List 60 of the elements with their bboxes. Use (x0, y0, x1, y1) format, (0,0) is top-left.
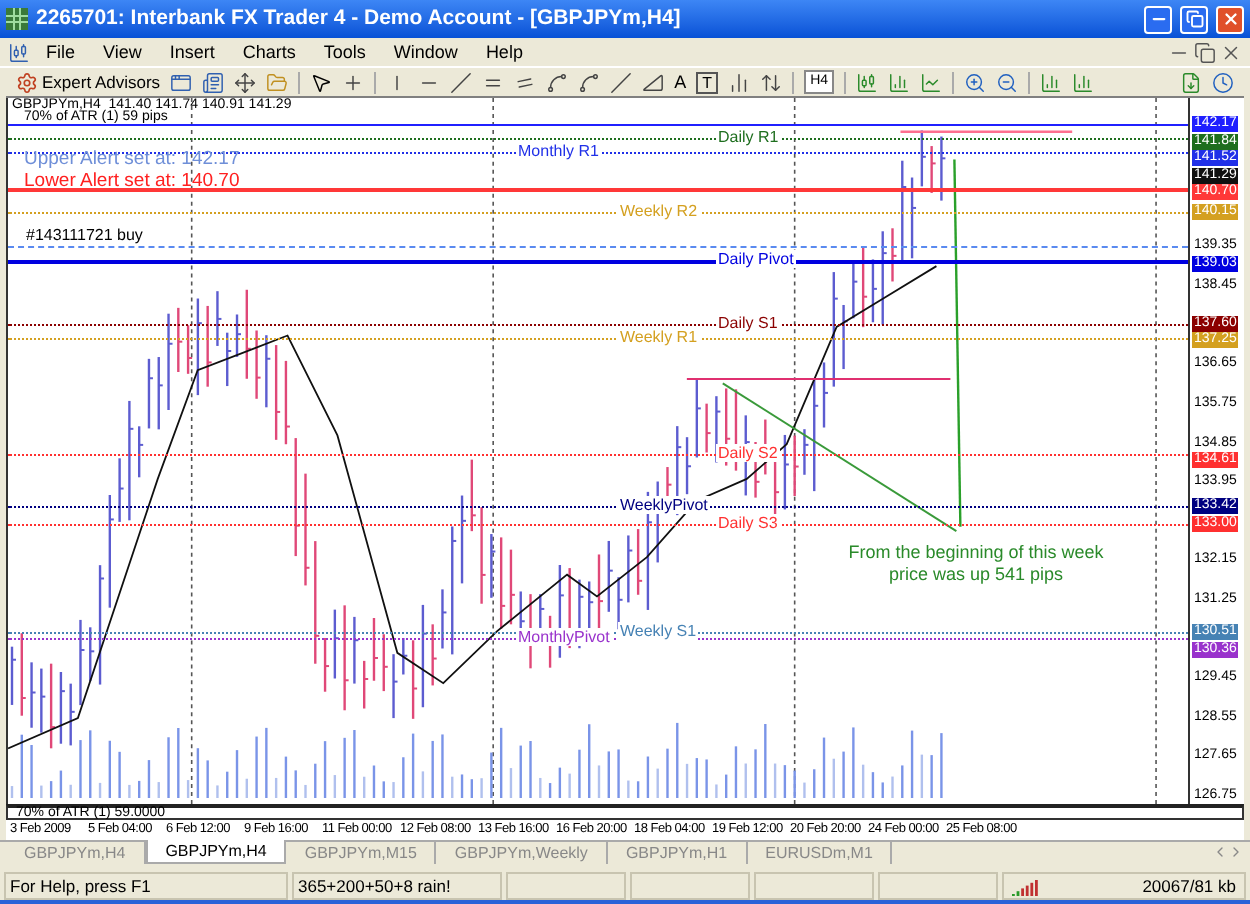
scroll-right-icon[interactable] (1228, 844, 1244, 860)
close-button[interactable] (1216, 5, 1244, 33)
window-title: 2265701: Interbank FX Trader 4 - Demo Account - [GBPJPYm,H4] (36, 3, 683, 34)
window-icon[interactable] (170, 71, 193, 93)
menu-item[interactable]: Charts (230, 40, 308, 64)
restore-icon (1185, 10, 1203, 28)
move-icon[interactable] (234, 71, 257, 93)
level-label: Daily S3 (716, 513, 780, 532)
zoom-out-icon[interactable] (996, 71, 1019, 93)
status-text: For Help, press F1 (4, 872, 288, 900)
minimize-button[interactable] (1144, 5, 1172, 33)
menu-item[interactable]: Tools (311, 40, 378, 64)
menu-item[interactable]: File (34, 40, 88, 64)
level-label: Monthly R1 (516, 142, 601, 161)
zoom-in-icon[interactable] (964, 71, 987, 93)
level-label: WeeklyPivot (618, 495, 710, 514)
angle-icon[interactable] (642, 71, 665, 93)
level-label: Weekly R1 (618, 328, 700, 347)
text-tool-button[interactable]: A (674, 71, 687, 93)
level-label: #143111721 buy (24, 226, 145, 245)
arrows-icon[interactable] (760, 71, 783, 93)
restore-button[interactable] (1180, 5, 1208, 33)
level-label: MonthlyPivot (516, 628, 612, 647)
scroll-left-icon[interactable] (1212, 844, 1228, 860)
level-label: Weekly R2 (618, 202, 700, 220)
level-label: Daily S1 (716, 313, 780, 332)
trend-line-icon[interactable] (450, 71, 473, 93)
level-label: Daily R1 (716, 128, 781, 147)
label-tool-button[interactable]: T (696, 71, 719, 93)
status-panel (754, 872, 874, 900)
line-chart-icon[interactable] (920, 71, 943, 93)
chart-tab[interactable]: GBPJPYm,H4 (145, 840, 287, 864)
menu-item[interactable]: View (91, 40, 154, 64)
menu-item[interactable]: Help (473, 40, 535, 64)
alert-text: Lower Alert set at: 140.70 (24, 170, 240, 192)
crosshair-icon[interactable] (342, 71, 365, 93)
status-panel (506, 872, 626, 900)
level-label: Weekly S1 (618, 622, 699, 641)
chart-icon[interactable] (8, 41, 30, 63)
expert-advisors-button[interactable]: Expert Advisors (16, 70, 161, 94)
menu-item[interactable]: Window (381, 40, 470, 64)
curve-icon[interactable] (578, 71, 601, 93)
app-icon (6, 8, 28, 30)
menu-item[interactable]: Insert (157, 40, 227, 64)
status-panel (878, 872, 998, 900)
alert-text: Upper Alert set at: 142.17 (24, 148, 240, 170)
close-icon (1221, 10, 1239, 28)
close-icon[interactable] (1220, 41, 1242, 63)
chart-annotation: From the beginning of this week price was up 541 pips (846, 542, 1106, 586)
level-label: Daily S2 (716, 443, 780, 462)
curve-icon[interactable] (546, 71, 569, 93)
status-text: 20067/81 kb (1142, 873, 1238, 899)
clock-icon[interactable] (1212, 71, 1234, 93)
status-panel (630, 872, 750, 900)
level-label: Daily Pivot (716, 250, 796, 269)
status-text: 365+200+50+8 rain! (292, 872, 502, 900)
gear-icon (16, 71, 38, 93)
restore-icon[interactable] (1194, 41, 1216, 63)
connection-bars-icon (1012, 877, 1040, 895)
cursor-icon[interactable] (310, 71, 333, 93)
